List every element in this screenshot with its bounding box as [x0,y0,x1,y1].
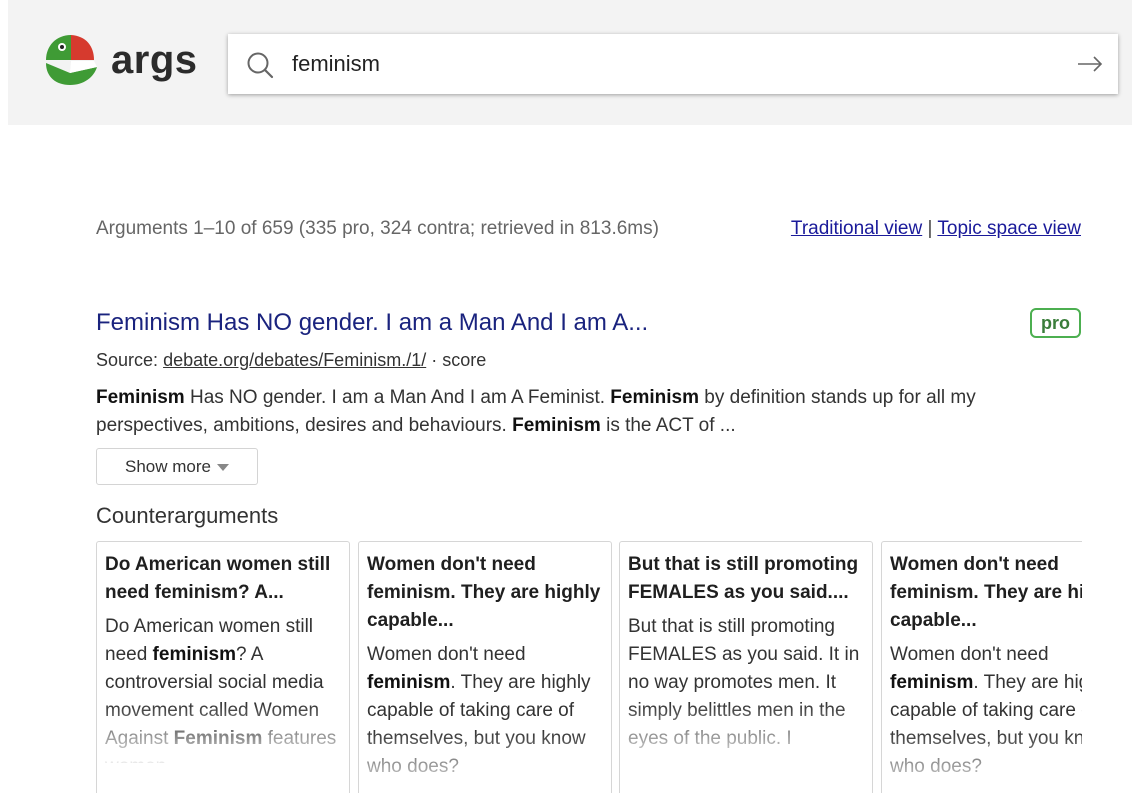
source-score: · score [431,350,487,370]
counterargument-card[interactable]: Women don't need feminism. They are high… [358,541,612,793]
args-parrot-logo-icon[interactable] [44,33,98,85]
traditional-view-link[interactable]: Traditional view [791,218,922,239]
caret-down-icon [216,464,229,471]
highlighted-term: feminism [367,672,451,693]
highlighted-term: Feminism [96,387,185,408]
results-summary: Arguments 1–10 of 659 (335 pro, 324 cont… [96,218,659,239]
view-separator: | [927,218,933,239]
highlighted-term: feminism [890,672,974,693]
source-label: Source: [96,350,159,370]
result-title-link[interactable]: Feminism Has NO gender. I am a Man And I… [96,309,648,337]
counterargument-card[interactable]: Do American women still need feminism? A… [96,541,350,793]
highlighted-term: Feminism [610,387,699,408]
brand-name: args [111,38,198,82]
card-body: Women don't need feminism. They are high… [367,641,603,791]
highlighted-term: Feminism [173,728,263,749]
text-segment: Women don't need [367,644,526,665]
search-icon [247,52,274,79]
text-segment: Has NO gender. I am a Man And I am A Fem… [184,387,611,408]
topic-space-view-link[interactable]: Topic space view [937,218,1081,239]
text-segment: But that is still promoting FEMALES as y… [628,616,860,749]
text-segment: Women don't need [890,644,1049,665]
text-segment: is the ACT of ... [600,415,736,436]
header-bar: args [8,0,1132,125]
arrow-right-icon[interactable] [1076,50,1104,78]
counterarguments-carousel: Do American women still need feminism? A… [96,541,1082,793]
view-switcher: Traditional view | Topic space view [791,218,1081,240]
source-link[interactable]: debate.org/debates/Feminism./1/ [163,350,426,370]
card-title: Women don't need feminism. They are high… [367,554,601,631]
search-box [228,34,1118,94]
counterargument-card[interactable]: Women don't need feminism. They are high… [881,541,1082,793]
card-title: Do American women still need feminism? A… [105,554,331,603]
card-title: But that is still promoting FEMALES as y… [628,554,859,603]
card-body: But that is still promoting FEMALES as y… [628,613,864,763]
result-snippet: Feminism Has NO gender. I am a Man And I… [96,384,1056,440]
highlighted-term: feminism [152,644,236,665]
show-more-button[interactable]: Show more [96,448,258,485]
stance-badge: pro [1030,308,1081,338]
counterargument-card[interactable]: But that is still promoting FEMALES as y… [619,541,873,793]
show-more-label: Show more [125,456,211,476]
card-title: Women don't need feminism. They are high… [890,554,1082,631]
highlighted-term: Feminism [512,415,601,436]
search-input[interactable] [292,48,1032,80]
card-body: Do American women still need feminism? A… [105,613,341,763]
result-source: Source: debate.org/debates/Feminism./1/ … [96,350,486,371]
card-body: Women don't need feminism. They are high… [890,641,1082,791]
counterarguments-heading: Counterarguments [96,503,279,528]
